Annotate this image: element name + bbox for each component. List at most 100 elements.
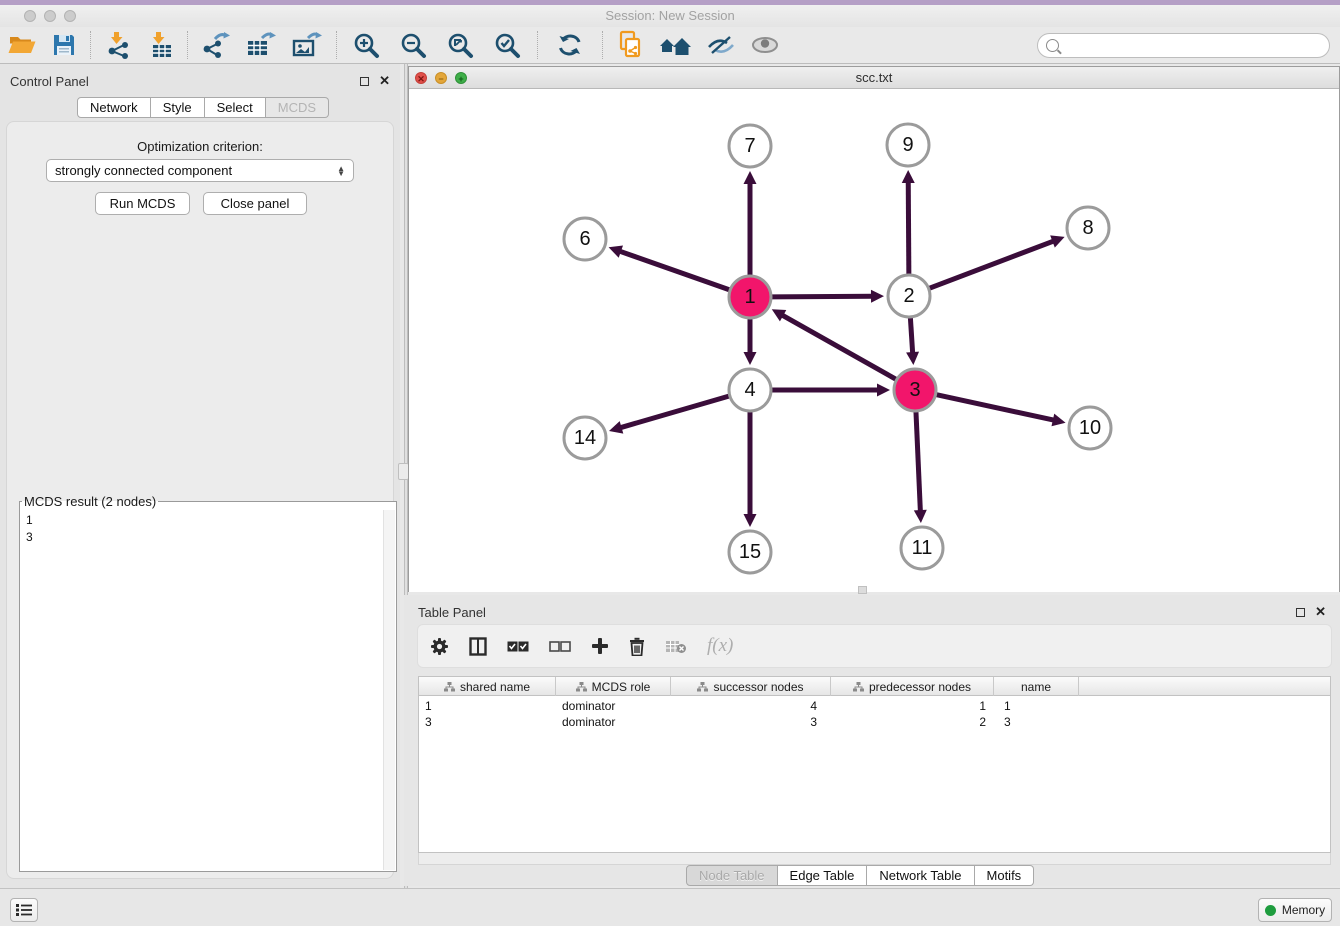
graph-edge-3-1[interactable] bbox=[781, 315, 895, 380]
close-panel-icon[interactable]: ✕ bbox=[379, 73, 390, 89]
graph-node-7[interactable]: 7 bbox=[729, 125, 771, 167]
graph-edge-arrowhead bbox=[744, 514, 757, 527]
import-network-button[interactable] bbox=[97, 29, 139, 61]
cell-successor-nodes[interactable]: 3 bbox=[671, 714, 831, 730]
tab-style[interactable]: Style bbox=[151, 97, 205, 118]
tab-network[interactable]: Network bbox=[77, 97, 151, 118]
refresh-view-button[interactable] bbox=[544, 29, 596, 61]
graph-edge-3-10[interactable] bbox=[936, 395, 1054, 421]
graph-edge-2-8[interactable] bbox=[930, 241, 1055, 288]
graph-edge-3-11[interactable] bbox=[916, 412, 920, 512]
window-zoom-button[interactable] bbox=[64, 10, 76, 22]
table-settings-button[interactable] bbox=[430, 637, 449, 656]
table-horizontal-scrollbar[interactable] bbox=[418, 853, 1331, 865]
graph-node-11[interactable]: 11 bbox=[901, 527, 943, 569]
graph-node-4[interactable]: 4 bbox=[729, 369, 771, 411]
column-header-shared-name[interactable]: shared name bbox=[419, 677, 556, 696]
zoom-fit-button[interactable] bbox=[437, 29, 484, 61]
graph-edge-2-9[interactable] bbox=[908, 181, 909, 274]
save-session-button[interactable] bbox=[44, 29, 84, 61]
table-row[interactable]: 3 dominator 3 2 3 bbox=[419, 714, 1330, 730]
tab-mcds[interactable]: MCDS bbox=[266, 97, 329, 118]
graph-node-6[interactable]: 6 bbox=[564, 218, 606, 260]
graph-node-3[interactable]: 3 bbox=[894, 369, 936, 411]
tab-select[interactable]: Select bbox=[205, 97, 266, 118]
open-session-button[interactable] bbox=[0, 29, 44, 61]
window-close-button[interactable] bbox=[24, 10, 36, 22]
zoom-selected-button[interactable] bbox=[484, 29, 531, 61]
home-layout-button[interactable] bbox=[651, 29, 699, 61]
export-table-button[interactable] bbox=[238, 29, 284, 61]
import-table-button[interactable] bbox=[139, 29, 181, 61]
cell-mcds-role[interactable]: dominator bbox=[556, 714, 671, 730]
result-scrollbar[interactable] bbox=[383, 510, 395, 870]
zoom-out-button[interactable] bbox=[390, 29, 437, 61]
graph-node-14[interactable]: 14 bbox=[564, 417, 606, 459]
tab-network-table[interactable]: Network Table bbox=[867, 865, 974, 886]
graph-edge-2-3[interactable] bbox=[910, 318, 912, 354]
mcds-result-item[interactable]: 1 bbox=[26, 512, 378, 529]
network-canvas[interactable]: 7 9 6 8 1 2 4 3 14 10 15 11 bbox=[409, 89, 1339, 592]
graph-node-10[interactable]: 10 bbox=[1069, 407, 1111, 449]
tab-node-table[interactable]: Node Table bbox=[686, 865, 778, 886]
horizontal-splitter-handle[interactable] bbox=[858, 586, 867, 594]
cell-shared-name[interactable]: 1 bbox=[419, 698, 556, 714]
delete-column-button[interactable] bbox=[629, 637, 645, 656]
zoom-fit-icon bbox=[447, 32, 474, 59]
memory-button[interactable]: Memory bbox=[1258, 898, 1332, 922]
network-minimize-button[interactable]: − bbox=[435, 72, 447, 84]
cell-predecessor-nodes[interactable]: 1 bbox=[831, 698, 994, 714]
float-panel-icon[interactable] bbox=[360, 77, 369, 86]
tab-edge-table[interactable]: Edge Table bbox=[778, 865, 868, 886]
graph-node-15[interactable]: 15 bbox=[729, 531, 771, 573]
zoom-in-button[interactable] bbox=[343, 29, 390, 61]
graph-edge-1-6[interactable] bbox=[619, 251, 729, 290]
float-table-panel-icon[interactable] bbox=[1296, 608, 1305, 617]
optimization-select-value: strongly connected component bbox=[55, 163, 337, 178]
network-window-titlebar[interactable]: ✕ − + scc.txt bbox=[409, 67, 1339, 89]
tab-motifs[interactable]: Motifs bbox=[975, 865, 1035, 886]
close-table-panel-icon[interactable]: ✕ bbox=[1315, 604, 1326, 620]
run-mcds-button[interactable]: Run MCDS bbox=[95, 192, 190, 215]
mcds-result-item[interactable]: 3 bbox=[26, 529, 378, 546]
network-close-button[interactable]: ✕ bbox=[415, 72, 427, 84]
show-graphics-button[interactable] bbox=[743, 29, 787, 61]
column-header-name[interactable]: name bbox=[994, 677, 1079, 696]
graph-node-8[interactable]: 8 bbox=[1067, 207, 1109, 249]
cell-mcds-role[interactable]: dominator bbox=[556, 698, 671, 714]
close-panel-button[interactable]: Close panel bbox=[203, 192, 307, 215]
cell-shared-name[interactable]: 3 bbox=[419, 714, 556, 730]
graph-edge-1-2[interactable] bbox=[772, 296, 873, 297]
column-header-predecessor-nodes[interactable]: predecessor nodes bbox=[831, 677, 994, 696]
column-header-successor-nodes[interactable]: successor nodes bbox=[671, 677, 831, 696]
table-row[interactable]: 1 dominator 4 1 1 bbox=[419, 698, 1330, 714]
cell-name[interactable]: 1 bbox=[994, 698, 1079, 714]
deselect-all-button[interactable] bbox=[549, 641, 571, 652]
select-all-button[interactable] bbox=[507, 641, 529, 652]
search-input[interactable] bbox=[1064, 36, 1329, 56]
cell-successor-nodes[interactable]: 4 bbox=[671, 698, 831, 714]
cell-predecessor-nodes[interactable]: 2 bbox=[831, 714, 994, 730]
graph-node-9[interactable]: 9 bbox=[887, 124, 929, 166]
export-network-button[interactable] bbox=[194, 29, 238, 61]
network-zoom-button[interactable]: + bbox=[455, 72, 467, 84]
graph-node-2[interactable]: 2 bbox=[888, 275, 930, 317]
task-history-button[interactable] bbox=[10, 898, 38, 922]
graph-node-1[interactable]: 1 bbox=[729, 276, 771, 318]
show-columns-button[interactable] bbox=[469, 637, 487, 656]
export-image-button[interactable] bbox=[284, 29, 330, 61]
cell-name[interactable]: 3 bbox=[994, 714, 1079, 730]
window-minimize-button[interactable] bbox=[44, 10, 56, 22]
mcds-result-list[interactable]: 1 3 bbox=[21, 510, 383, 870]
graph-edge-arrowhead bbox=[744, 171, 757, 184]
graph-edge-4-14[interactable] bbox=[620, 396, 729, 428]
hide-graphics-button[interactable] bbox=[699, 29, 743, 61]
delete-table-button[interactable] bbox=[665, 639, 687, 654]
zoom-selected-icon bbox=[494, 32, 521, 59]
column-header-mcds-role[interactable]: MCDS role bbox=[556, 677, 671, 696]
optimization-select[interactable]: strongly connected component ▲▼ bbox=[46, 159, 354, 182]
search-box[interactable] bbox=[1037, 33, 1330, 58]
function-builder-button[interactable]: f(x) bbox=[707, 635, 733, 657]
create-column-button[interactable] bbox=[591, 637, 609, 655]
duplicate-network-button[interactable] bbox=[609, 29, 651, 61]
